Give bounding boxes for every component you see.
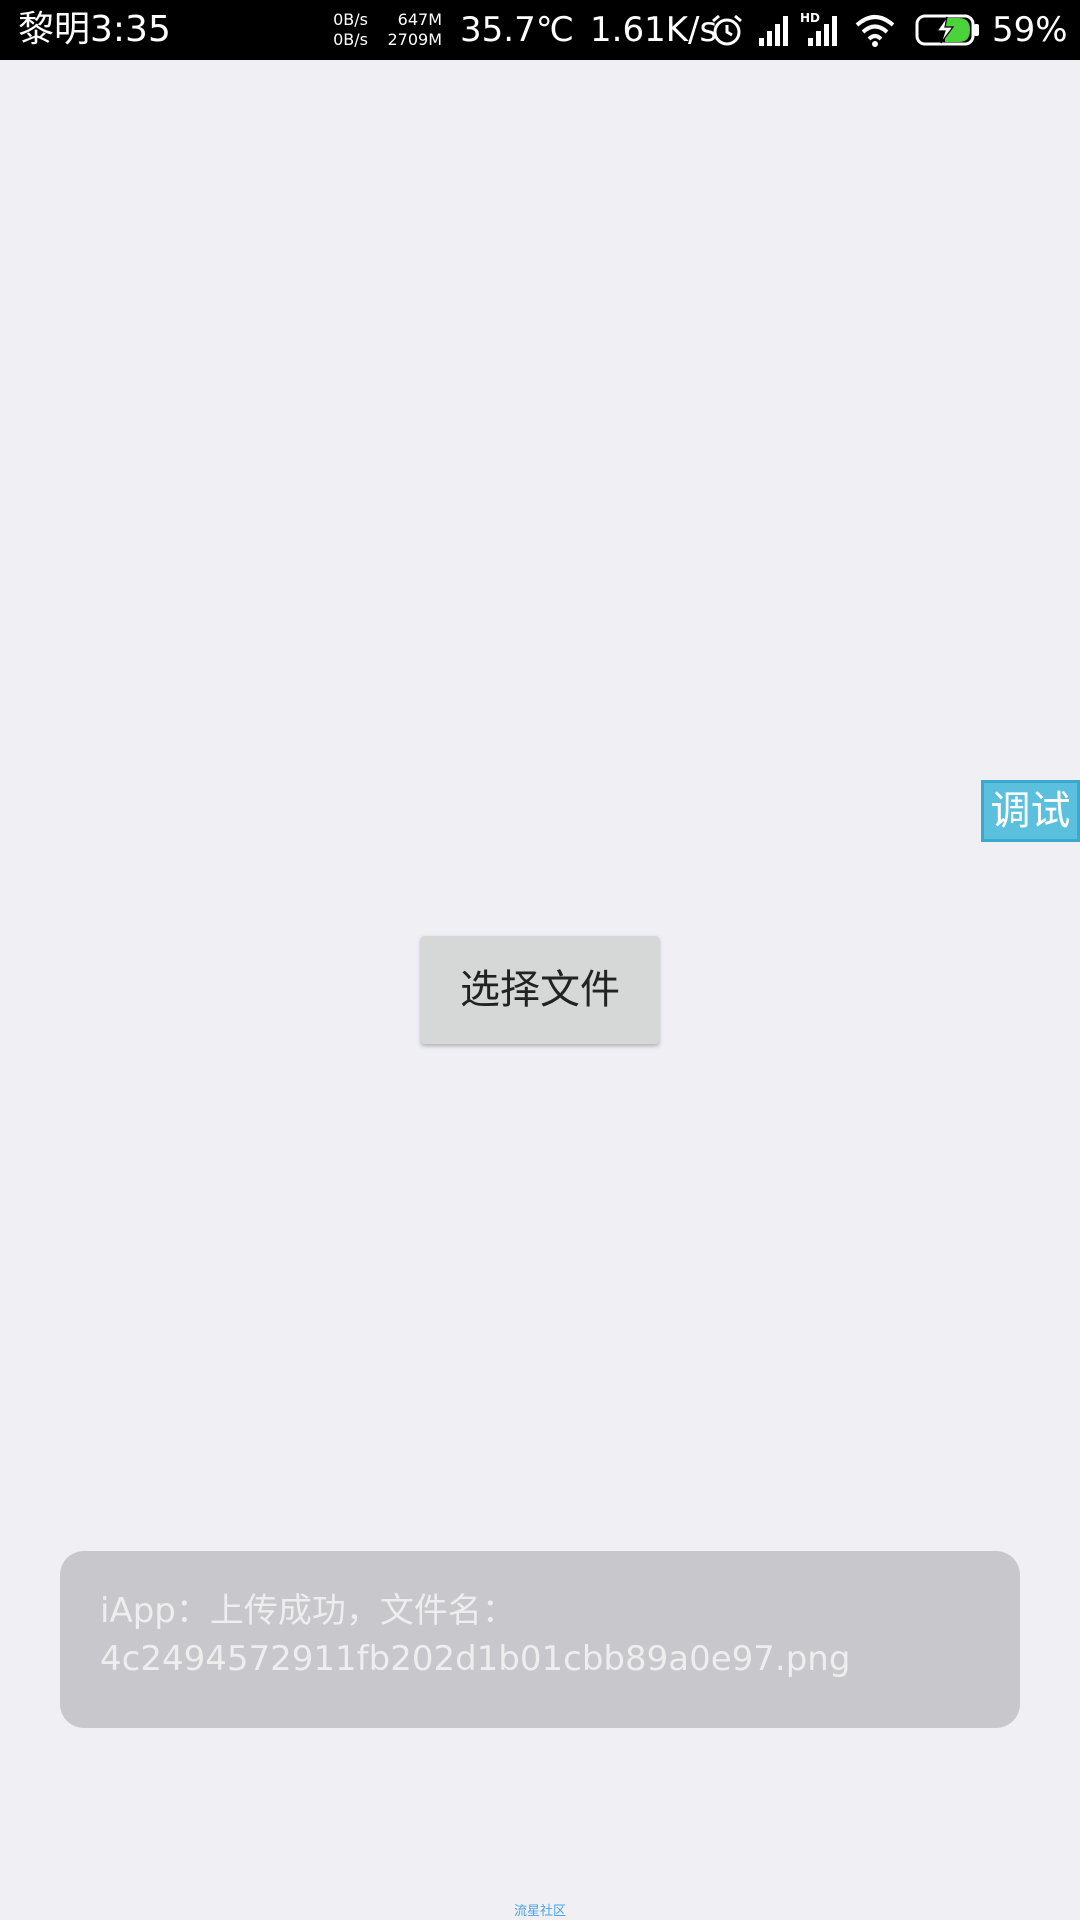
- net-down: 0B/s: [333, 30, 368, 49]
- toast-line-1: iApp：上传成功，文件名：: [100, 1591, 516, 1631]
- memory-readout: 647M 2709M: [374, 10, 442, 50]
- status-bar: 黎明3:35 0B/s 0B/s 647M 2709M 35.7℃ 1.61K/…: [0, 0, 1080, 60]
- toast-line-2: 4c2494572911fb202d1b01cbb89a0e97.png: [100, 1639, 851, 1679]
- wifi-icon: [855, 15, 895, 47]
- debug-button[interactable]: 调试: [981, 780, 1080, 842]
- net-up: 0B/s: [333, 10, 368, 29]
- temperature-readout: 35.7℃: [460, 10, 574, 50]
- signal-icon: [759, 16, 788, 46]
- mem-free: 647M: [397, 10, 442, 29]
- toast-message: iApp：上传成功，文件名： 4c2494572911fb202d1b01cbb…: [60, 1551, 1020, 1728]
- speed-readout: 1.61K/s: [590, 10, 718, 50]
- status-time: 黎明3:35: [18, 9, 171, 50]
- footer-watermark: 流星社区: [513, 1904, 566, 1919]
- alarm-icon: [712, 14, 742, 46]
- hd-signal-icon: HD: [800, 11, 837, 46]
- select-file-button[interactable]: 选择文件: [421, 936, 659, 1044]
- battery-charging-icon: [915, 14, 979, 46]
- battery-percent: 59%: [992, 10, 1068, 50]
- mem-total: 2709M: [387, 30, 442, 49]
- svg-text:HD: HD: [800, 11, 820, 25]
- net-speed-readout: 0B/s 0B/s: [318, 10, 368, 50]
